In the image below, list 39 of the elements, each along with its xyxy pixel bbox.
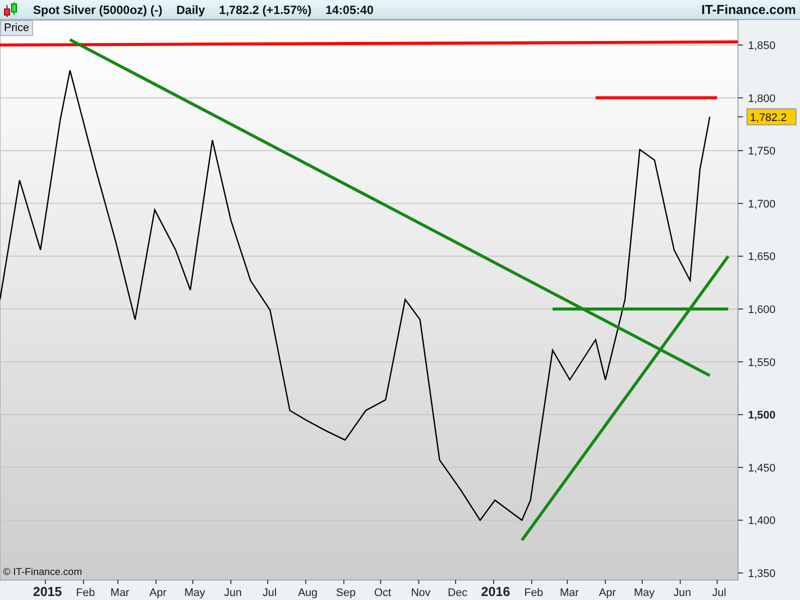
x-axis-label: Jun — [224, 587, 242, 599]
price-change: 1,782.2 (+1.57%) — [219, 2, 312, 16]
x-axis-label: Mar — [560, 587, 579, 599]
x-axis-label: Nov — [410, 587, 431, 599]
period-label: Daily — [176, 2, 206, 16]
instrument-title: Spot Silver (5000oz) (-) — [33, 2, 162, 16]
y-axis-label: 1,500 — [748, 410, 776, 422]
x-axis-label: May — [184, 587, 206, 599]
y-axis-label: 1,600 — [748, 304, 776, 316]
x-axis-label: Sep — [336, 587, 356, 599]
x-axis-label: Feb — [76, 587, 95, 599]
y-axis-label: 1,400 — [748, 515, 776, 528]
time-label: 14:05:40 — [325, 2, 374, 16]
y-axis-label: 1,750 — [748, 146, 776, 158]
x-axis-label: Dec — [448, 587, 468, 599]
y-axis-label: 1,650 — [748, 251, 776, 264]
x-axis-label: Jul — [262, 587, 277, 599]
x-axis-label: Apr — [149, 587, 167, 599]
copyright-label: © IT-Finance.com — [3, 567, 82, 578]
x-axis-label: Jun — [673, 587, 692, 599]
x-axis-label: May — [634, 587, 655, 599]
candlestick-icon — [3, 2, 19, 18]
x-axis-label: Aug — [298, 587, 318, 599]
x-axis-label: Mar — [110, 587, 130, 599]
x-axis-label: 2015 — [32, 584, 62, 599]
y-axis-label: 1,700 — [748, 198, 776, 210]
x-axis-label: Oct — [374, 587, 392, 599]
last-price-badge: 1,782.2 — [746, 108, 796, 126]
y-axis-label: 1,550 — [748, 356, 776, 369]
y-axis-label: 1,850 — [748, 40, 776, 52]
brand-label: IT-Finance.com — [701, 2, 796, 17]
y-axis-label: 1,800 — [748, 92, 776, 105]
x-axis-label: Jul — [712, 587, 726, 599]
y-axis-label: 1,350 — [748, 568, 776, 580]
y-axis-label: 1,450 — [748, 462, 776, 474]
x-axis-label: Apr — [598, 587, 616, 599]
pane-label: Price — [0, 20, 34, 36]
x-axis-label: Feb — [524, 587, 544, 599]
x-axis-label: 2016 — [481, 584, 510, 599]
